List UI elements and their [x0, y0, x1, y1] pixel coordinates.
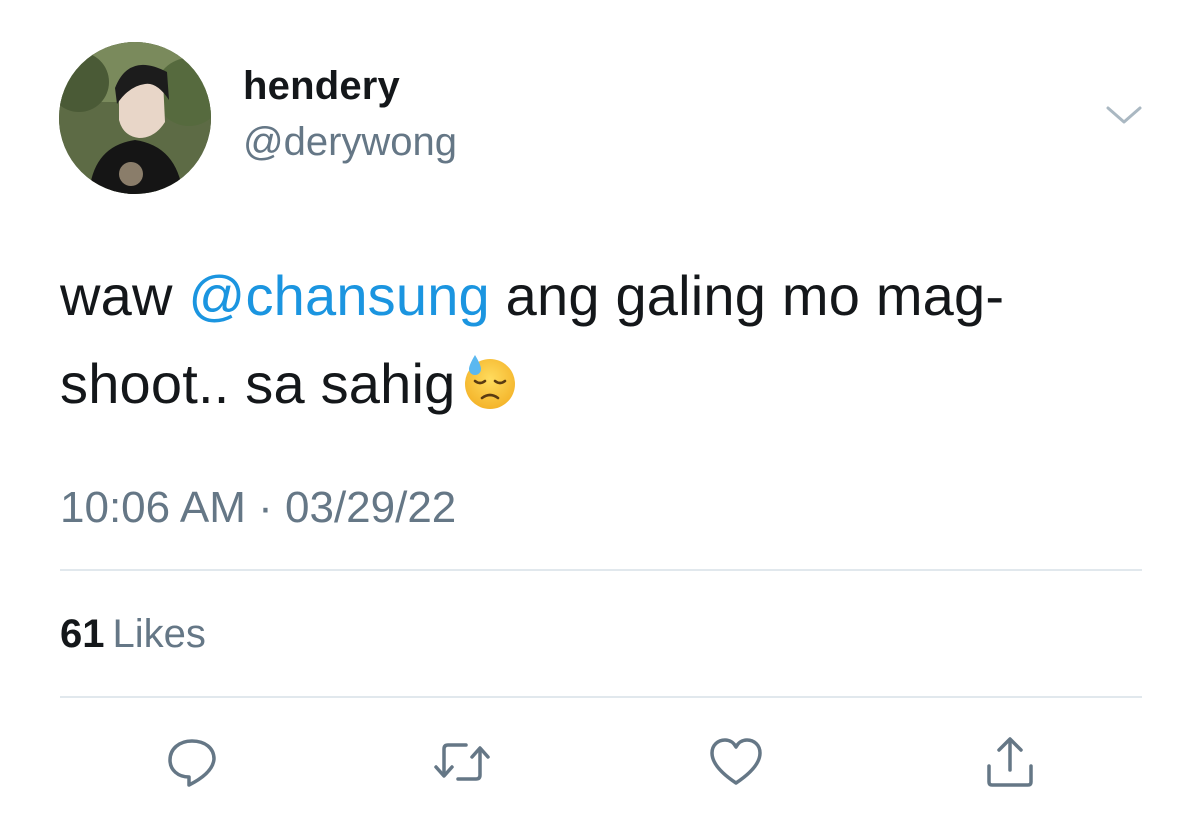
share-icon: [983, 734, 1037, 795]
timestamp[interactable]: 10:06 AM · 03/29/22: [60, 483, 456, 533]
tweet-text: waw @chansung ang galing mo mag-shoot.. …: [60, 252, 1150, 436]
downcast-face-with-sweat-icon: [461, 348, 519, 436]
handle[interactable]: @derywong: [243, 120, 457, 165]
tweet-card: hendery @derywong waw @chansung ang gali…: [0, 0, 1200, 826]
reply-button[interactable]: [162, 734, 222, 794]
retweet-button[interactable]: [432, 734, 492, 794]
share-button[interactable]: [980, 734, 1040, 794]
likes-stat[interactable]: 61 Likes: [60, 612, 206, 657]
likes-label: Likes: [112, 612, 206, 656]
divider: [60, 696, 1142, 698]
heart-icon: [708, 735, 764, 794]
divider: [60, 569, 1142, 571]
mention-link[interactable]: @chansung: [188, 264, 490, 327]
chevron-down-icon[interactable]: [1104, 100, 1144, 130]
avatar[interactable]: [59, 42, 211, 194]
retweet-icon: [432, 735, 492, 794]
display-name[interactable]: hendery: [243, 64, 400, 109]
like-button[interactable]: [706, 734, 766, 794]
reply-icon: [165, 735, 219, 794]
tweet-text-start: waw: [60, 264, 189, 327]
likes-count: 61: [60, 612, 105, 656]
